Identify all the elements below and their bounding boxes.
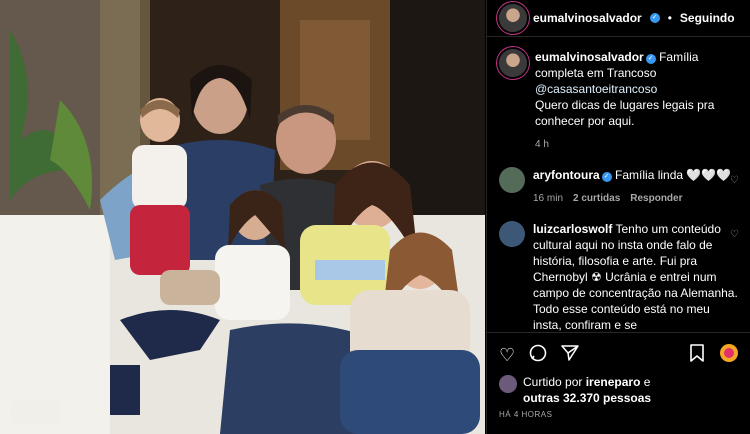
verified-badge-icon: ✓ bbox=[645, 54, 656, 64]
family-photo-illustration bbox=[0, 0, 485, 434]
likes-connector: e bbox=[643, 375, 651, 389]
separator-dot: • bbox=[667, 11, 672, 25]
caption-username[interactable]: eumalvinosalvador bbox=[535, 50, 644, 64]
comment-meta: 16 min 2 curtidas Responder bbox=[533, 191, 739, 207]
commenter-username[interactable]: luizcarloswolf bbox=[533, 222, 612, 236]
comment-like-heart-icon[interactable]: ♡ bbox=[730, 175, 739, 186]
liker-username[interactable]: ireneparo bbox=[586, 375, 641, 389]
caption-body-2: Quero dicas de lugares legais pra conhec… bbox=[535, 98, 715, 128]
author-username[interactable]: eumalvinosalvador bbox=[533, 11, 642, 25]
heart-icon[interactable]: ♡ bbox=[499, 346, 515, 364]
caption-mention-link[interactable]: @casasantoeitrancoso bbox=[535, 82, 657, 96]
comment-text: aryfontoura ✓ Família linda 🤍🤍🤍 16 min 2 … bbox=[533, 167, 739, 207]
comments-list[interactable]: eumalvinosalvador ✓ Família completa em T… bbox=[487, 37, 750, 337]
sticker-icon[interactable] bbox=[719, 343, 739, 366]
comment-item: luizcarloswolf Tenho um conteúdo cultura… bbox=[499, 221, 739, 333]
comment-like-heart-icon[interactable]: ♡ bbox=[730, 229, 739, 240]
caption-avatar[interactable] bbox=[499, 49, 527, 77]
caption: eumalvinosalvador ✓ Família completa em T… bbox=[499, 49, 739, 153]
bookmark-icon[interactable] bbox=[689, 344, 705, 365]
commenter-username[interactable]: aryfontoura bbox=[533, 168, 600, 182]
post-photo bbox=[0, 0, 485, 434]
likes-others-count[interactable]: outras 32.370 pessoas bbox=[523, 391, 651, 405]
share-icon[interactable] bbox=[561, 344, 579, 365]
comment-icon[interactable] bbox=[529, 344, 547, 365]
reply-button[interactable]: Responder bbox=[630, 191, 682, 207]
likes-prefix: Curtido por bbox=[523, 375, 583, 389]
verified-badge-icon: ✓ bbox=[649, 13, 660, 23]
post-header: eumalvinosalvador ✓ • Seguindo bbox=[487, 0, 750, 37]
likes-summary: Curtido por ireneparo e outras 32.370 pe… bbox=[499, 374, 739, 406]
likes-text: Curtido por ireneparo e outras 32.370 pe… bbox=[523, 374, 651, 406]
caption-time[interactable]: 4 h bbox=[535, 137, 549, 153]
comment-item: aryfontoura ✓ Família linda 🤍🤍🤍 16 min 2 … bbox=[499, 167, 739, 207]
comment-likes-count[interactable]: 2 curtidas bbox=[573, 191, 620, 207]
caption-text: eumalvinosalvador ✓ Família completa em T… bbox=[535, 49, 739, 153]
comment-body: Família linda 🤍🤍🤍 bbox=[615, 168, 732, 182]
comment-body: Tenho um conteúdo cultural aqui no insta… bbox=[533, 222, 738, 332]
posted-time[interactable]: HÁ 4 HORAS bbox=[499, 410, 552, 419]
commenter-avatar[interactable] bbox=[499, 221, 525, 247]
post-side-panel: eumalvinosalvador ✓ • Seguindo eumalvino… bbox=[486, 0, 750, 434]
caption-meta: 4 h bbox=[535, 137, 739, 153]
liker-avatar[interactable] bbox=[499, 375, 517, 393]
follow-status-button[interactable]: Seguindo bbox=[680, 11, 735, 25]
post-actions-bar: ♡ bbox=[487, 332, 750, 376]
author-avatar[interactable] bbox=[499, 4, 527, 32]
comment-time[interactable]: 16 min bbox=[533, 191, 563, 207]
comment-text: luizcarloswolf Tenho um conteúdo cultura… bbox=[533, 221, 739, 333]
commenter-avatar[interactable] bbox=[499, 167, 525, 193]
verified-badge-icon: ✓ bbox=[601, 172, 612, 182]
